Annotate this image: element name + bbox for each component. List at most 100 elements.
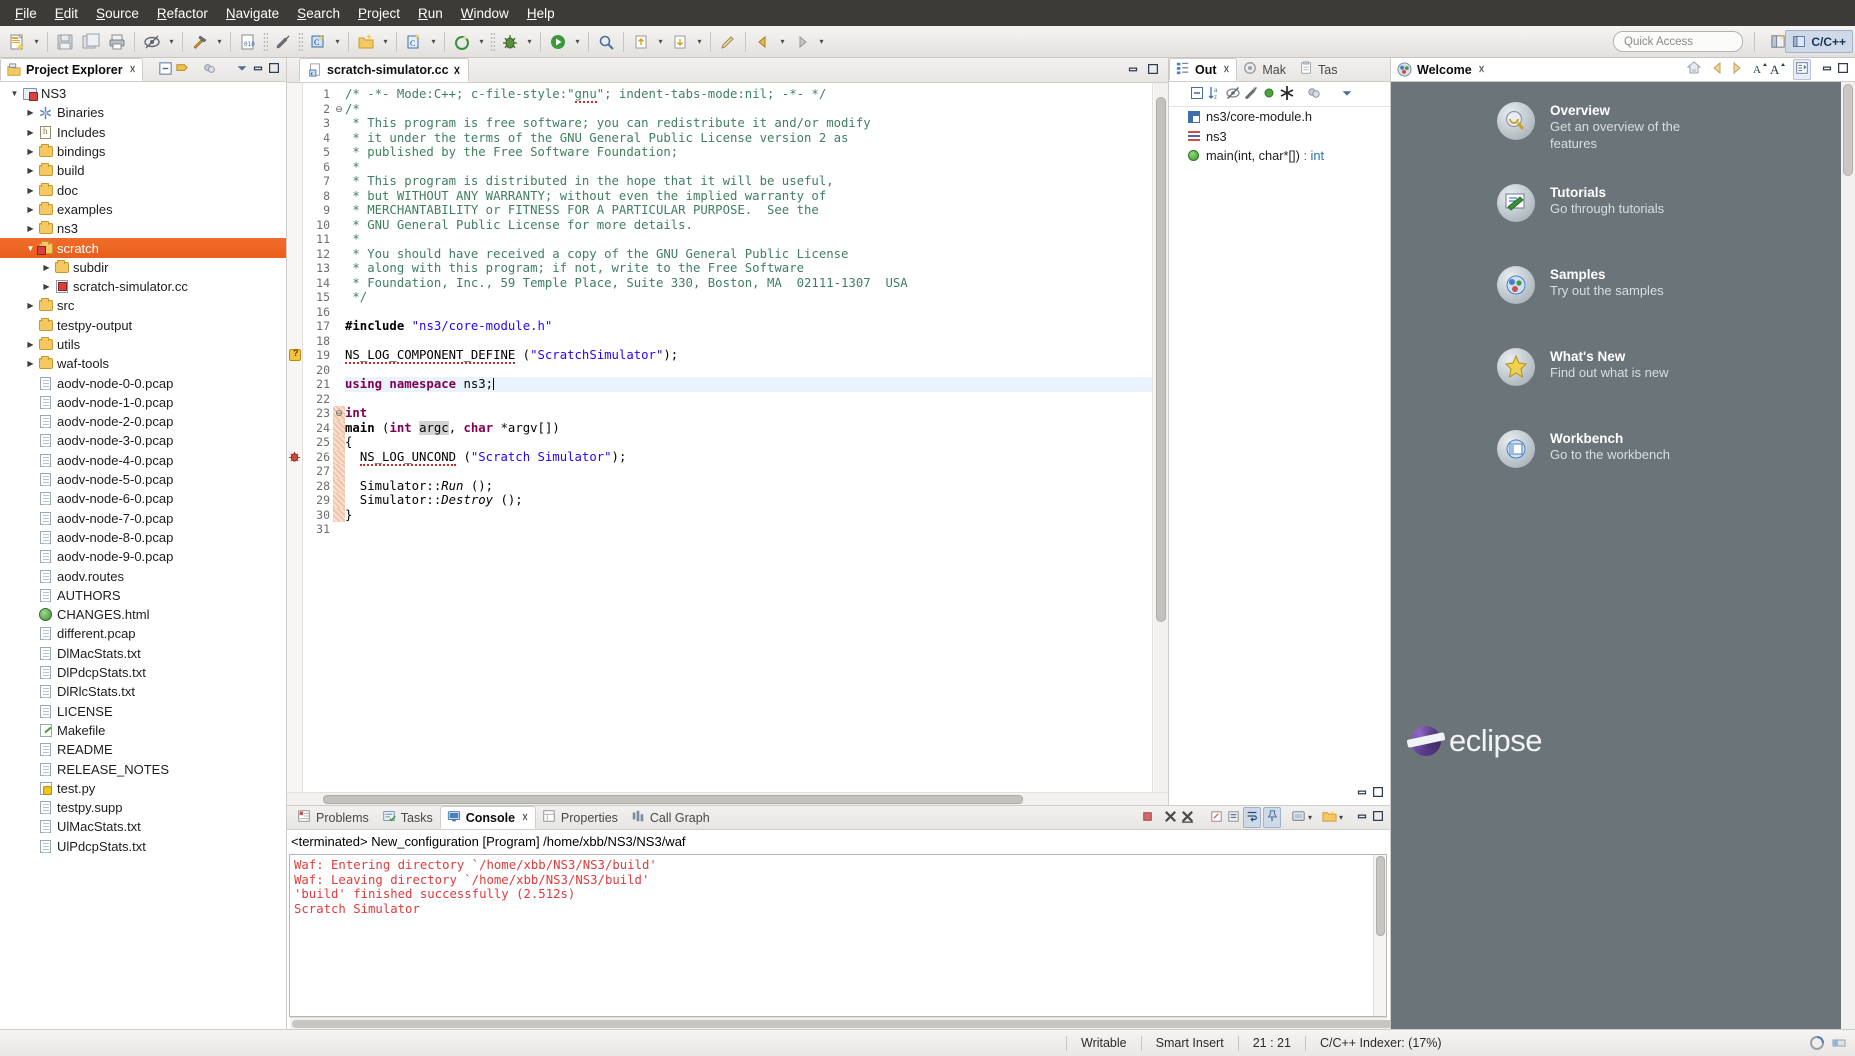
console-vertical-scroll-thumb[interactable] (1376, 856, 1385, 936)
tab-scratch-simulator-cc[interactable]: c scratch-simulator.cc ☓ (299, 58, 470, 82)
scroll-lock-icon[interactable] (1226, 809, 1241, 827)
minimize-icon[interactable] (251, 61, 265, 78)
tree-expand-arrow[interactable]: ▶ (24, 340, 37, 349)
new-c-class-button[interactable]: C (306, 30, 330, 54)
menu-item-window[interactable]: Window (452, 4, 518, 23)
menu-item-file[interactable]: File (6, 4, 46, 23)
toggle-mark-occurrences-button[interactable] (140, 30, 164, 54)
welcome-item-tutorials[interactable]: Tutorials Go through tutorials (1497, 184, 1664, 222)
maximize-icon[interactable] (1146, 62, 1160, 79)
fold-collapse-toggle[interactable]: ⊖ (333, 406, 345, 421)
tab-tasks[interactable]: Tasks (376, 806, 440, 829)
tab-console[interactable]: Console ☓ (439, 806, 536, 829)
mark-occurrences-dropdown-arrow[interactable]: ▾ (165, 30, 178, 54)
tree-item-src[interactable]: ▶ src (0, 296, 286, 315)
next-annotation-button[interactable] (668, 30, 692, 54)
close-icon[interactable]: ☓ (130, 63, 136, 76)
clear-console-icon[interactable] (1209, 809, 1224, 827)
remove-all-terminated-icon[interactable] (1180, 809, 1195, 827)
increase-font-icon[interactable]: A (1770, 60, 1786, 79)
project-tree[interactable]: ▼ NS3 ▶ Binaries ▶ Includes ▶ bindings ▶ build ▶ do… (0, 82, 286, 856)
tab-call-graph[interactable]: Call Graph (625, 806, 717, 829)
external-tools-dropdown-arrow[interactable]: ▾ (475, 30, 488, 54)
tree-item-aodv-node-3-0-pcap[interactable]: aodv-node-3-0.pcap (0, 431, 286, 450)
tree-expand-arrow[interactable]: ▶ (24, 205, 37, 214)
open-console-arrow[interactable]: ▾ (1339, 813, 1343, 822)
run-dropdown-arrow[interactable]: ▾ (571, 30, 584, 54)
welcome-item-overview[interactable]: Overview Get an overview of the features (1497, 102, 1720, 152)
close-icon[interactable]: ☓ (522, 811, 528, 824)
outline-item-ns3-core-module-h[interactable]: ns3/core-module.h (1169, 107, 1390, 127)
breakpoint-marker-icon[interactable] (288, 451, 301, 463)
tree-item-binaries[interactable]: ▶ Binaries (0, 103, 286, 122)
tree-item-aodv-node-2-0-pcap[interactable]: aodv-node-2-0.pcap (0, 412, 286, 431)
tree-item-ulpdcpstats-txt[interactable]: UlPdcpStats.txt (0, 837, 286, 856)
focus-on-active-task-icon[interactable] (202, 61, 217, 79)
heap-status-icon[interactable] (1831, 1035, 1847, 1051)
close-icon[interactable]: ☓ (1479, 63, 1485, 76)
tab-project-explorer[interactable]: Project Explorer ☓ (0, 58, 144, 81)
menu-item-help[interactable]: Help (518, 4, 564, 23)
tab-properties[interactable]: Properties (536, 806, 625, 829)
new-wizard-button[interactable] (5, 30, 29, 54)
link-with-editor-icon[interactable] (175, 61, 190, 79)
tree-expand-arrow[interactable]: ▶ (24, 224, 37, 233)
terminate-icon[interactable] (1140, 809, 1155, 827)
hide-fields-icon[interactable] (1225, 85, 1241, 104)
perspective-cpp-button[interactable]: C/C++ (1785, 30, 1853, 53)
focus-on-active-task-icon[interactable] (1306, 85, 1322, 104)
back-icon[interactable] (1710, 60, 1726, 79)
tree-item-release-notes[interactable]: RELEASE_NOTES (0, 759, 286, 778)
tree-item-aodv-node-7-0-pcap[interactable]: aodv-node-7-0.pcap (0, 509, 286, 528)
pin-console-icon[interactable] (1262, 807, 1281, 828)
new-wizard-dropdown-arrow[interactable]: ▾ (30, 30, 43, 54)
tree-item-subdir[interactable]: ▶ subdir (0, 258, 286, 277)
tree-item-authors[interactable]: AUTHORS (0, 586, 286, 605)
tree-item-scratch[interactable]: ▼ scratch (0, 238, 286, 258)
menu-item-source[interactable]: Source (87, 4, 148, 23)
console-output[interactable]: Waf: Entering directory `/home/xbb/NS3/N… (289, 854, 1387, 1017)
tree-expand-arrow[interactable]: ▶ (24, 186, 37, 195)
maximize-icon[interactable] (1836, 61, 1850, 78)
tree-item-scratch-simulator-cc[interactable]: ▶ scratch-simulator.cc (0, 277, 286, 296)
tree-item-testpy-supp[interactable]: testpy.supp (0, 798, 286, 817)
run-external-tools-button[interactable] (450, 30, 474, 54)
tree-item-aodv-node-0-0-pcap[interactable]: aodv-node-0-0.pcap (0, 373, 286, 392)
maximize-icon[interactable] (1371, 785, 1385, 802)
welcome-item-what-s-new[interactable]: What's New Find out what is new (1497, 348, 1669, 386)
tree-item-includes[interactable]: ▶ Includes (0, 123, 286, 142)
minimize-icon[interactable] (1126, 62, 1140, 79)
tree-item-aodv-node-8-0-pcap[interactable]: aodv-node-8-0.pcap (0, 528, 286, 547)
outline-item-main-int-char-int[interactable]: main(int, char*[]) : int (1169, 146, 1390, 166)
save-all-button[interactable] (79, 30, 103, 54)
tree-item-aodv-node-9-0-pcap[interactable]: aodv-node-9-0.pcap (0, 547, 286, 566)
new-c-source-file-button[interactable]: C (402, 30, 426, 54)
tab-out[interactable]: Out ☓ (1169, 58, 1238, 81)
forward-icon[interactable] (1728, 60, 1744, 79)
previous-annotation-dropdown-arrow[interactable]: ▾ (654, 30, 667, 54)
overview-ruler[interactable] (1152, 83, 1168, 792)
new-c-project-dropdown-arrow[interactable]: ▾ (379, 30, 392, 54)
tab-welcome[interactable]: Welcome ☓ (1391, 58, 1492, 81)
tree-item-build[interactable]: ▶ build (0, 161, 286, 180)
minimize-icon[interactable] (1355, 785, 1369, 802)
code-text-area[interactable]: /* -*- Mode:C++; c-file-style:"gnu"; ind… (345, 83, 1152, 792)
fold-collapse-toggle[interactable]: ⊖ (333, 102, 345, 117)
tree-item-aodv-node-5-0-pcap[interactable]: aodv-node-5-0.pcap (0, 470, 286, 489)
build-dropdown-arrow[interactable]: ▾ (213, 30, 226, 54)
back-button[interactable] (751, 30, 775, 54)
editor-vertical-scrollbar[interactable] (1154, 83, 1168, 792)
tree-item-ns3[interactable]: ▶ ns3 (0, 219, 286, 238)
minimize-icon[interactable] (1355, 809, 1369, 826)
next-annotation-dropdown-arrow[interactable]: ▾ (693, 30, 706, 54)
print-button[interactable] (105, 30, 129, 54)
open-console-icon[interactable] (1322, 809, 1337, 827)
previous-annotation-button[interactable] (629, 30, 653, 54)
maximize-icon[interactable] (267, 61, 281, 78)
forward-button[interactable] (790, 30, 814, 54)
welcome-scroll-thumb[interactable] (1843, 84, 1853, 176)
tree-item-testpy-output[interactable]: testpy-output (0, 316, 286, 335)
welcome-item-samples[interactable]: Samples Try out the samples (1497, 266, 1664, 304)
debug-dropdown-arrow[interactable]: ▾ (523, 30, 536, 54)
tab-problems[interactable]: Problems (291, 806, 376, 829)
